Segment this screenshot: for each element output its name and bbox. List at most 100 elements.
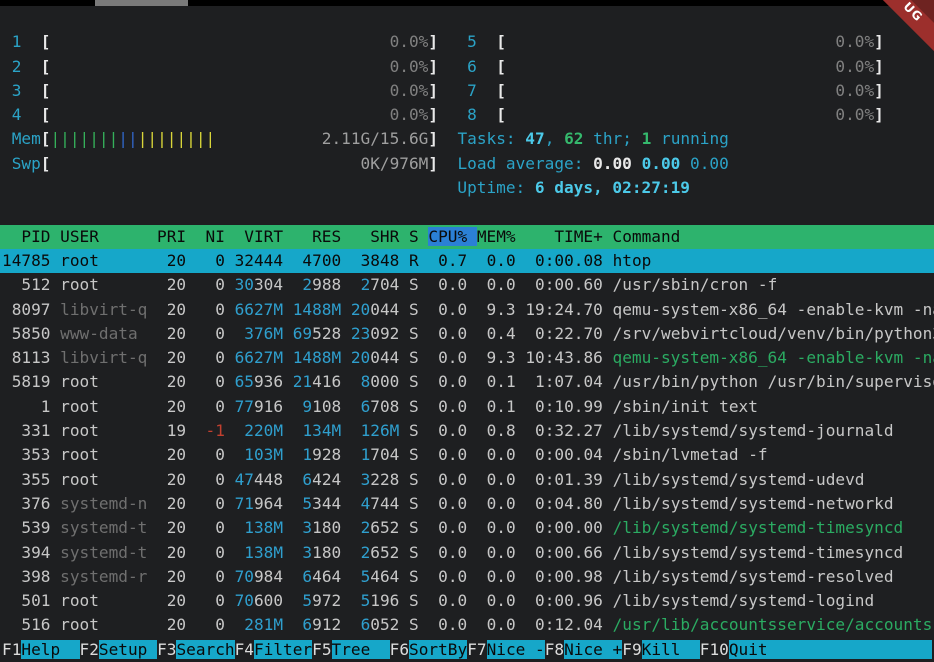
process-row-5850[interactable]: 5850 www-data 20 0 376M 69528 23092 S 0.… [0,322,934,346]
fkey-f8-key[interactable]: F8 [545,640,564,659]
cell-cpu-pct: 0.0 [428,348,476,367]
fkey-f7-key[interactable]: F7 [467,640,486,659]
cell-shr: 3 [351,251,370,270]
cell-time: 10:43.86 [525,348,612,367]
process-row-5819[interactable]: 5819 root 20 0 65936 21416 8000 S 0.0 0.… [0,370,934,394]
cpu-meter-label: 5 [457,32,476,51]
fkey-f2-label[interactable]: Setup [99,640,157,659]
cell-pid: 1 [2,397,60,416]
process-row-8113[interactable]: 8113 libvirt-q 20 0 6627M 1488M 20044 S … [0,346,934,370]
cell-shr: 126M [361,421,409,440]
cell-pid: 398 [2,567,60,586]
process-row-398[interactable]: 398 systemd-r 20 0 70984 6464 5464 S 0.0… [0,565,934,589]
uptime-row: Uptime: 6 days, 02:27:19 [0,176,934,200]
cell-cpu-pct: 0.0 [428,397,476,416]
cell-virt: 138M [244,518,292,537]
process-row-539[interactable]: 539 systemd-t 20 0 138M 3180 2652 S 0.0 … [0,516,934,540]
fkey-f6-key[interactable]: F6 [390,640,409,659]
process-row-1[interactable]: 1 root 20 0 77916 9108 6708 S 0.0 0.1 0:… [0,395,934,419]
cell-cpu-pct: 0.0 [428,470,476,489]
cell-time: 0:00.00 [525,518,612,537]
fkey-f4-label[interactable]: Filter [254,640,312,659]
process-row-331[interactable]: 331 root 19 -1 220M 134M 126M S 0.0 0.8 … [0,419,934,443]
fkey-f6-label[interactable]: SortBy [409,640,467,659]
cell-cpu-pct: 0.0 [428,445,476,464]
fkey-f5-label[interactable]: Tree [332,640,390,659]
cell-cpu-pct: 0.0 [428,518,476,537]
cell-priority: 20 [157,251,196,270]
cell-priority: 20 [157,300,196,319]
mem-ticks-used: ||||||| [50,129,118,148]
cpu-meter-label: 1 [2,32,21,51]
cell-mem-pct: 9.3 [477,300,525,319]
cell-time: 0:00.98 [525,567,612,586]
column-header-pid[interactable]: PID [2,227,60,246]
column-header-ni[interactable]: NI [196,227,235,246]
cell-command: /lib/systemd/systemd-resolved [613,567,934,586]
column-header-mempct[interactable]: MEM% [477,227,525,246]
process-row-14785[interactable]: 14785 root 20 0 32444 4700 3848 R 0.7 0.… [0,249,934,273]
fkey-f8-label[interactable]: Nice + [564,640,622,659]
cell-user: root [60,421,157,440]
fkey-f3-key[interactable]: F3 [157,640,176,659]
cell-command: /sbin/init text [613,397,934,416]
cell-state: R [409,251,428,270]
cell-res: 2 [293,275,312,294]
column-header-pri[interactable]: PRI [157,227,196,246]
fkey-f2-key[interactable]: F2 [80,640,99,659]
cell-state: S [409,421,428,440]
window-tab-handle[interactable] [95,0,188,6]
fkey-f5-key[interactable]: F5 [312,640,331,659]
cell-user: root [60,372,157,391]
fkey-f7-label[interactable]: Nice - [487,640,545,659]
cell-priority: 20 [157,348,196,367]
cell-res: 6 [293,470,312,489]
process-row-516[interactable]: 516 root 20 0 281M 6912 6052 S 0.0 0.0 0… [0,613,934,637]
process-row-512[interactable]: 512 root 20 0 30304 2988 2704 S 0.0 0.0 … [0,273,934,297]
column-header-s[interactable]: S [409,227,428,246]
meter-close-bracket: ] [428,129,438,148]
cell-priority: 20 [157,518,196,537]
process-row-376[interactable]: 376 systemd-n 20 0 71964 5344 4744 S 0.0… [0,492,934,516]
cell-nice: 0 [196,324,235,343]
cell-command: /usr/sbin/cron -f [613,275,934,294]
cpu-meter-row-4: 4 [ 0.0%] 8 [ 0.0%] [0,103,934,127]
cell-pid: 5819 [2,372,60,391]
process-row-355[interactable]: 355 root 20 0 47448 6424 3228 S 0.0 0.0 … [0,468,934,492]
fkey-f9-key[interactable]: F9 [622,640,641,659]
cell-state: S [409,300,428,319]
terminal-blank-line [0,6,934,30]
cell-command: /lib/systemd/systemd-journald [613,421,934,440]
fkey-f1-key[interactable]: F1 [2,640,21,659]
process-row-501[interactable]: 501 root 20 0 70600 5972 5196 S 0.0 0.0 … [0,589,934,613]
fkey-f10-key[interactable]: F10 [700,640,729,659]
fkey-f3-label[interactable]: Search [176,640,234,659]
cell-cpu-pct: 0.0 [428,567,476,586]
cpu-meter-label: 4 [2,105,21,124]
column-header-res[interactable]: RES [293,227,351,246]
process-row-394[interactable]: 394 systemd-t 20 0 138M 3180 2652 S 0.0 … [0,541,934,565]
fkey-f10-label[interactable]: Quit [729,640,787,659]
process-row-353[interactable]: 353 root 20 0 103M 1928 1704 S 0.0 0.0 0… [0,443,934,467]
column-header-shr[interactable]: SHR [351,227,409,246]
cell-user: root [60,591,157,610]
column-header-cpupct[interactable]: CPU% [428,227,476,246]
cell-res: 1488M [293,348,351,367]
column-header-virt[interactable]: VIRT [235,227,293,246]
fkey-f9-label[interactable]: Kill [642,640,700,659]
column-header-timeplus[interactable]: TIME+ [525,227,612,246]
cell-nice: 0 [196,518,235,537]
cell-mem-pct: 0.1 [477,397,525,416]
cell-cpu-pct: 0.0 [428,300,476,319]
cell-cpu-pct: 0.0 [428,421,476,440]
load-average-label: Load average: [457,154,593,173]
cell-mem-pct: 0.0 [477,518,525,537]
fkey-f1-label[interactable]: Help [21,640,79,659]
column-header-user[interactable]: USER [60,227,157,246]
cell-mem-pct: 0.0 [477,591,525,610]
process-row-8097[interactable]: 8097 libvirt-q 20 0 6627M 1488M 20044 S … [0,298,934,322]
column-header-command[interactable]: Command [613,227,934,246]
fkey-f4-key[interactable]: F4 [235,640,254,659]
cell-pid: 8097 [2,300,60,319]
cell-time: 0:10.99 [525,397,612,416]
